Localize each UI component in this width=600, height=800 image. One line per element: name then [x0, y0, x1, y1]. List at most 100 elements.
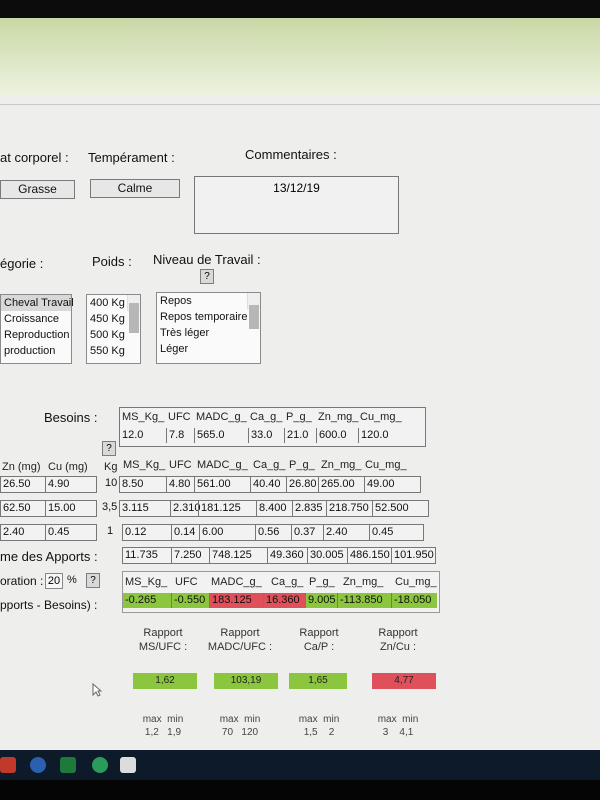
- apports-left-headers: Zn (mg) Cu (mg): [0, 461, 98, 473]
- diff-table: MS_Kg_ UFC MADC_g_ Ca_g_ P_g_ Zn_mg_ Cu_…: [122, 571, 440, 613]
- apport-value: 181.125: [198, 501, 256, 516]
- commentaires-label: Commentaires :: [245, 147, 337, 162]
- apports-header: MADC_g_: [197, 459, 248, 471]
- apport-value: 40.40: [250, 477, 286, 492]
- cu-value[interactable]: 0.45: [45, 525, 94, 540]
- apport-value: 26.80: [286, 477, 318, 492]
- excel-icon[interactable]: [60, 757, 76, 773]
- diff-value: -0.265: [123, 593, 171, 608]
- besoins-header: P_g_: [286, 411, 312, 423]
- apport-value: 2.310: [170, 501, 201, 516]
- minmax-labels: max min: [205, 713, 275, 726]
- ratio-subtitle: Ca/P :: [303, 641, 335, 653]
- evaporation-input[interactable]: 20: [45, 573, 63, 589]
- besoins-header: Cu_mg_: [360, 411, 402, 423]
- apport-value: 49.00: [364, 477, 416, 492]
- monitor-top-frame: [0, 0, 600, 18]
- besoins-value: 7.8: [166, 428, 194, 443]
- apport-value: 0.56: [255, 525, 291, 540]
- taskbar: [0, 750, 600, 780]
- travail-item[interactable]: Très léger: [157, 325, 260, 341]
- ratio-zn-cu: Rapport Zn/Cu : 4,77 max min 3 4,1: [366, 626, 436, 739]
- apports-header: MS_Kg_: [123, 459, 166, 471]
- ratio-title: Rapport: [378, 627, 418, 639]
- travail-item[interactable]: Repos temporaire: [157, 309, 260, 325]
- min-value: 4,1: [399, 727, 414, 738]
- besoins-help-button[interactable]: ?: [102, 441, 116, 456]
- poids-scrollbar[interactable]: [127, 295, 140, 333]
- poids-scroll-thumb[interactable]: [129, 303, 139, 333]
- globe-icon[interactable]: [92, 757, 108, 773]
- kg-value[interactable]: 1: [105, 524, 113, 539]
- apport-value: 8.50: [122, 478, 144, 490]
- cu-value[interactable]: 15.00: [45, 501, 94, 516]
- poids-item[interactable]: 550 Kg: [87, 343, 140, 359]
- ratio-madc-ufc: Rapport MADC/UFC : 103,19 max min 70 120: [205, 626, 278, 739]
- diff-label: pports - Besoins) :: [0, 598, 98, 612]
- travail-scroll-thumb[interactable]: [249, 305, 259, 329]
- besoins-header: Ca_g_: [250, 411, 283, 423]
- kg-header: Kg: [102, 461, 117, 473]
- temperament-button[interactable]: Calme: [90, 179, 180, 198]
- somme-value: 748.125: [209, 548, 267, 563]
- categorie-list[interactable]: Cheval Travail Croissance Reproduction p…: [0, 294, 74, 364]
- cu-value[interactable]: 4.90: [45, 477, 94, 492]
- temperament-label: Tempérament :: [88, 150, 175, 165]
- besoins-value: 120.0: [358, 428, 408, 443]
- besoins-table: MS_Kg_ UFC MADC_g_ Ca_g_ P_g_ Zn_mg_ Cu_…: [119, 407, 426, 447]
- somme-value: 30.005: [307, 548, 347, 563]
- apport-value: 6.00: [199, 525, 255, 540]
- travail-list[interactable]: Repos Repos temporaire Très léger Léger: [156, 292, 261, 364]
- evaporation-help-button[interactable]: ?: [86, 573, 100, 588]
- diff-header: MADC_g_: [211, 576, 262, 588]
- max-label: max: [142, 714, 162, 725]
- minmax-values: 1,5 2: [287, 726, 351, 739]
- ratio-title: Rapport: [220, 627, 260, 639]
- etat-corporel-button[interactable]: Grasse: [0, 180, 75, 199]
- ratio-value: 1,65: [289, 673, 347, 689]
- apport-value: 52.500: [372, 501, 426, 516]
- travail-scrollbar[interactable]: [247, 293, 260, 329]
- minmax-labels: max min: [366, 713, 430, 726]
- apports-header: UFC: [169, 459, 192, 471]
- commentaires-field[interactable]: 13/12/19: [194, 176, 399, 234]
- browser-icon[interactable]: [30, 757, 46, 773]
- ratio-value: 1,62: [133, 673, 197, 689]
- travail-item[interactable]: Léger: [157, 341, 260, 357]
- commentaire-text: 13/12/19: [273, 181, 320, 195]
- diff-header: MS_Kg_: [125, 576, 168, 588]
- categorie-item[interactable]: production: [1, 343, 71, 359]
- categorie-item[interactable]: Cheval Travail: [1, 295, 74, 311]
- diff-value: 16.360: [263, 593, 305, 608]
- max-value: 1,2: [144, 727, 159, 738]
- kg-value[interactable]: 3,5: [100, 500, 117, 515]
- somme-value: 11.735: [125, 549, 158, 561]
- categorie-item[interactable]: Reproduction: [1, 327, 71, 343]
- kg-value[interactable]: 10: [103, 476, 117, 491]
- apports-header: P_g_: [289, 459, 315, 471]
- besoins-value: 600.0: [316, 428, 358, 443]
- categorie-item[interactable]: Croissance: [1, 311, 71, 327]
- travail-item[interactable]: Repos: [157, 293, 260, 309]
- travail-help-button[interactable]: ?: [200, 269, 214, 284]
- max-value: 70: [221, 727, 234, 738]
- diff-header: UFC: [175, 576, 198, 588]
- somme-value: 7.250: [171, 548, 209, 563]
- besoins-header: UFC: [168, 411, 191, 423]
- besoins-value: 33.0: [248, 428, 284, 443]
- zn-value[interactable]: 2.40: [1, 525, 45, 540]
- diff-header: Zn_mg_: [343, 576, 384, 588]
- program-icon[interactable]: [120, 757, 136, 773]
- niveau-travail-label: Niveau de Travail :: [153, 252, 261, 267]
- apport-value: 218.750: [326, 501, 372, 516]
- min-value: 2: [328, 727, 335, 738]
- max-value: 3: [382, 727, 389, 738]
- poids-list[interactable]: 400 Kg 450 Kg 500 Kg 550 Kg: [86, 294, 141, 364]
- header-band: [0, 18, 600, 96]
- zn-value[interactable]: 62.50: [1, 501, 45, 516]
- zn-header: Zn (mg): [2, 461, 41, 473]
- zn-value[interactable]: 26.50: [1, 477, 45, 492]
- min-value: 1,9: [167, 727, 182, 738]
- somme-value: 49.360: [267, 548, 307, 563]
- app-icon[interactable]: [0, 757, 16, 773]
